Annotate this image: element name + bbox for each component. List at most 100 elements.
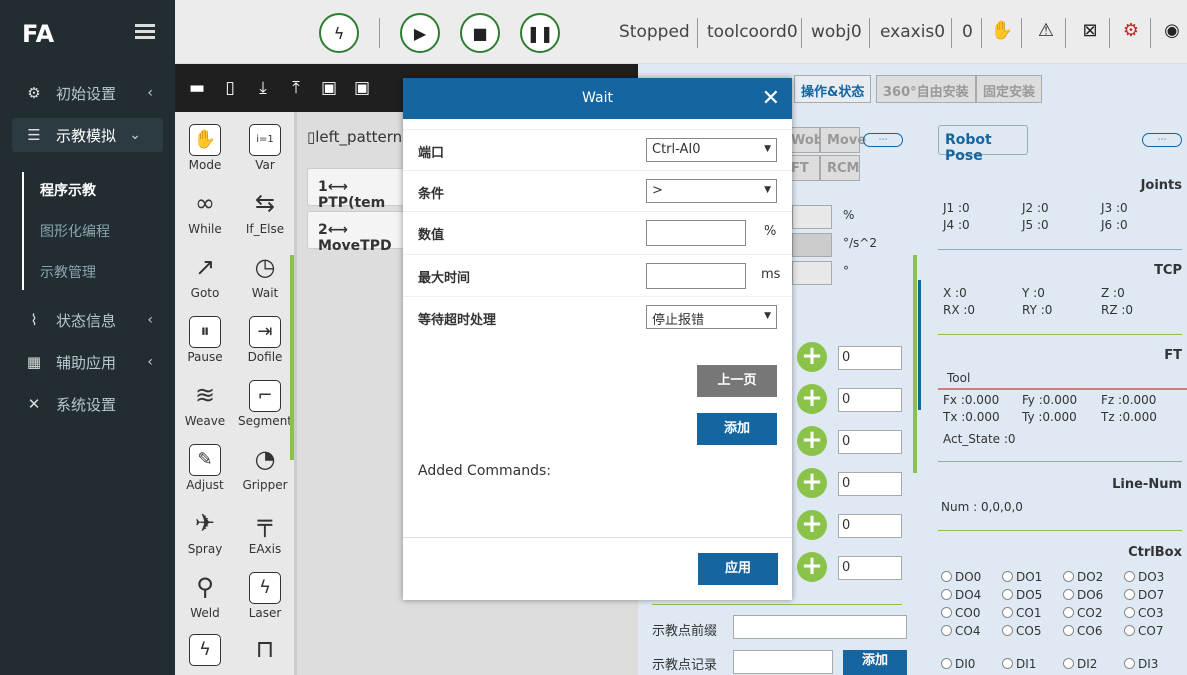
save-as-icon[interactable]: ▣ [351, 78, 373, 100]
cmd-mode[interactable]: ✋ Mode [175, 124, 235, 172]
add-circle-icon[interactable]: + [797, 426, 827, 456]
stop-button[interactable]: ■ [460, 13, 500, 53]
sidebar-item-teach-sim[interactable]: ☰ 示教模拟 ⌄ [12, 118, 163, 152]
cmd-segment[interactable]: ⌐ Segment [235, 380, 295, 428]
sidebar-subitem-program-teach[interactable]: 程序示教 [40, 180, 96, 200]
tab-move[interactable]: Move [820, 127, 866, 153]
cmd-if-else[interactable]: ⇆ If_Else [235, 188, 295, 236]
pause-button[interactable]: ❚❚ [520, 13, 560, 53]
speed-input[interactable] [792, 205, 832, 229]
add-command-button[interactable]: 添加 [697, 413, 777, 445]
cmd-wait[interactable]: ◷ Wait [235, 252, 295, 300]
add-circle-icon[interactable]: + [797, 552, 827, 582]
tab-fixed-install[interactable]: 固定安装 [976, 75, 1043, 103]
play-button[interactable]: ▶ [400, 13, 440, 53]
cmd-dofile[interactable]: ⇥ Dofile [235, 316, 295, 364]
ctrl-io-do1[interactable]: DO1 [1002, 570, 1042, 584]
vertical-slider[interactable] [913, 255, 917, 473]
tab-rcm[interactable]: RCM [820, 155, 860, 181]
cmd-extra-1[interactable]: ϟ [175, 634, 235, 668]
cmd-pause[interactable]: ⏸ Pause [175, 316, 235, 364]
drag-disabled-icon[interactable]: ⊠ [1077, 20, 1103, 46]
ctrl-io-co0[interactable]: CO0 [941, 606, 980, 620]
upload-icon[interactable]: ⤒ [285, 78, 307, 100]
ctrl-io-di0[interactable]: DI0 [941, 657, 975, 671]
cmd-while[interactable]: ∞ While [175, 188, 235, 236]
ctrl-io-co5[interactable]: CO5 [1002, 624, 1041, 638]
ctrl-io-di1[interactable]: DI1 [1002, 657, 1036, 671]
max-time-input[interactable] [646, 263, 746, 289]
port-select[interactable]: Ctrl-AI0 [646, 138, 777, 162]
teach-record-input[interactable] [733, 650, 833, 674]
download-icon[interactable]: ⤓ [252, 78, 274, 100]
plus-value-input[interactable]: 0 [838, 472, 902, 496]
menu-toggle-icon[interactable] [135, 24, 155, 40]
robot-arm-icon[interactable]: ⚙ [1118, 20, 1144, 46]
timeout-select[interactable]: 停止报错 [646, 305, 777, 329]
enable-toggle-button[interactable]: ϟ [319, 13, 359, 53]
pose-expand-toggle[interactable]: ⋯ [1142, 133, 1182, 147]
warning-icon[interactable]: ⚠ [1033, 20, 1059, 46]
ctrl-io-do0[interactable]: DO0 [941, 570, 981, 584]
ctrl-io-co4[interactable]: CO4 [941, 624, 980, 638]
plus-value-input[interactable]: 0 [838, 430, 902, 454]
teach-add-button[interactable]: 添加 [843, 650, 907, 675]
tab-operation-status[interactable]: 操作&状态 [794, 75, 872, 103]
user-icon[interactable]: ◉ [1159, 20, 1185, 46]
apply-button[interactable]: 应用 [698, 553, 778, 585]
ctrl-io-do4[interactable]: DO4 [941, 588, 981, 602]
open-folder-icon[interactable]: ▬ [186, 78, 208, 100]
cmd-weld[interactable]: ⚲ Weld [175, 572, 235, 620]
palette-scrollbar[interactable] [290, 255, 294, 460]
angle-input[interactable] [792, 261, 832, 285]
cmd-adjust[interactable]: ✎ Adjust [175, 444, 235, 492]
file-tab[interactable]: ▯left_pattern [307, 128, 402, 146]
ctrl-io-co2[interactable]: CO2 [1063, 606, 1102, 620]
plus-value-input[interactable]: 0 [838, 514, 902, 538]
plus-value-input[interactable]: 0 [838, 556, 902, 580]
plus-value-input[interactable]: 0 [838, 388, 902, 412]
cmd-goto[interactable]: ↗ Goto [175, 252, 235, 300]
ctrl-io-do6[interactable]: DO6 [1063, 588, 1103, 602]
sidebar-item-initial-settings[interactable]: ⚙ 初始设置 ‹ [0, 76, 175, 110]
close-icon[interactable]: ✕ [762, 78, 780, 119]
ctrl-io-do2[interactable]: DO2 [1063, 570, 1103, 584]
save-icon[interactable]: ▣ [318, 78, 340, 100]
cmd-laser[interactable]: ϟ Laser [235, 572, 295, 620]
plus-value-input[interactable]: 0 [838, 346, 902, 370]
cmd-gripper[interactable]: ◔ Gripper [235, 444, 295, 492]
sidebar-subitem-graphical-programming[interactable]: 图形化编程 [40, 221, 110, 241]
cmd-weave[interactable]: ≋ Weave [175, 380, 235, 428]
program-line[interactable]: 1⟷ PTP(tem [307, 168, 407, 211]
sidebar-subitem-teach-management[interactable]: 示教管理 [40, 262, 96, 282]
ctrl-io-co6[interactable]: CO6 [1063, 624, 1102, 638]
cmd-var[interactable]: i=1 Var [235, 124, 295, 172]
cmd-eaxis[interactable]: ╤ EAxis [235, 508, 295, 556]
condition-select[interactable]: > [646, 179, 777, 203]
ctrl-io-co1[interactable]: CO1 [1002, 606, 1041, 620]
new-file-icon[interactable]: ▯ [219, 78, 241, 100]
ctrl-io-co7[interactable]: CO7 [1124, 624, 1163, 638]
sidebar-item-status-info[interactable]: ⌇ 状态信息 ‹ [0, 303, 175, 337]
program-line[interactable]: 2⟷ MoveTPD [307, 211, 407, 254]
ctrl-io-di3[interactable]: DI3 [1124, 657, 1158, 671]
tab-360-install[interactable]: 360°自由安装 [876, 75, 976, 103]
ctrl-io-do5[interactable]: DO5 [1002, 588, 1042, 602]
sidebar-item-aux-apps[interactable]: ▦ 辅助应用 ‹ [0, 345, 175, 379]
ctrl-io-di2[interactable]: DI2 [1063, 657, 1097, 671]
ctrl-io-do7[interactable]: DO7 [1124, 588, 1164, 602]
hand-icon[interactable]: ✋ [989, 20, 1015, 46]
ctrl-io-do3[interactable]: DO3 [1124, 570, 1164, 584]
value-input[interactable] [646, 220, 746, 246]
teach-prefix-input[interactable] [733, 615, 907, 639]
cmd-spray[interactable]: ✈ Spray [175, 508, 235, 556]
add-circle-icon[interactable]: + [797, 384, 827, 414]
expand-toggle[interactable]: ⋯ [863, 133, 903, 147]
robot-pose-button[interactable]: Robot Pose [938, 125, 1028, 164]
prev-page-button[interactable]: 上一页 [697, 365, 777, 397]
ctrl-io-co3[interactable]: CO3 [1124, 606, 1163, 620]
sidebar-item-system-settings[interactable]: ✕ 系统设置 [0, 387, 175, 421]
add-circle-icon[interactable]: + [797, 342, 827, 372]
add-circle-icon[interactable]: + [797, 510, 827, 540]
accel-input[interactable] [792, 233, 832, 257]
